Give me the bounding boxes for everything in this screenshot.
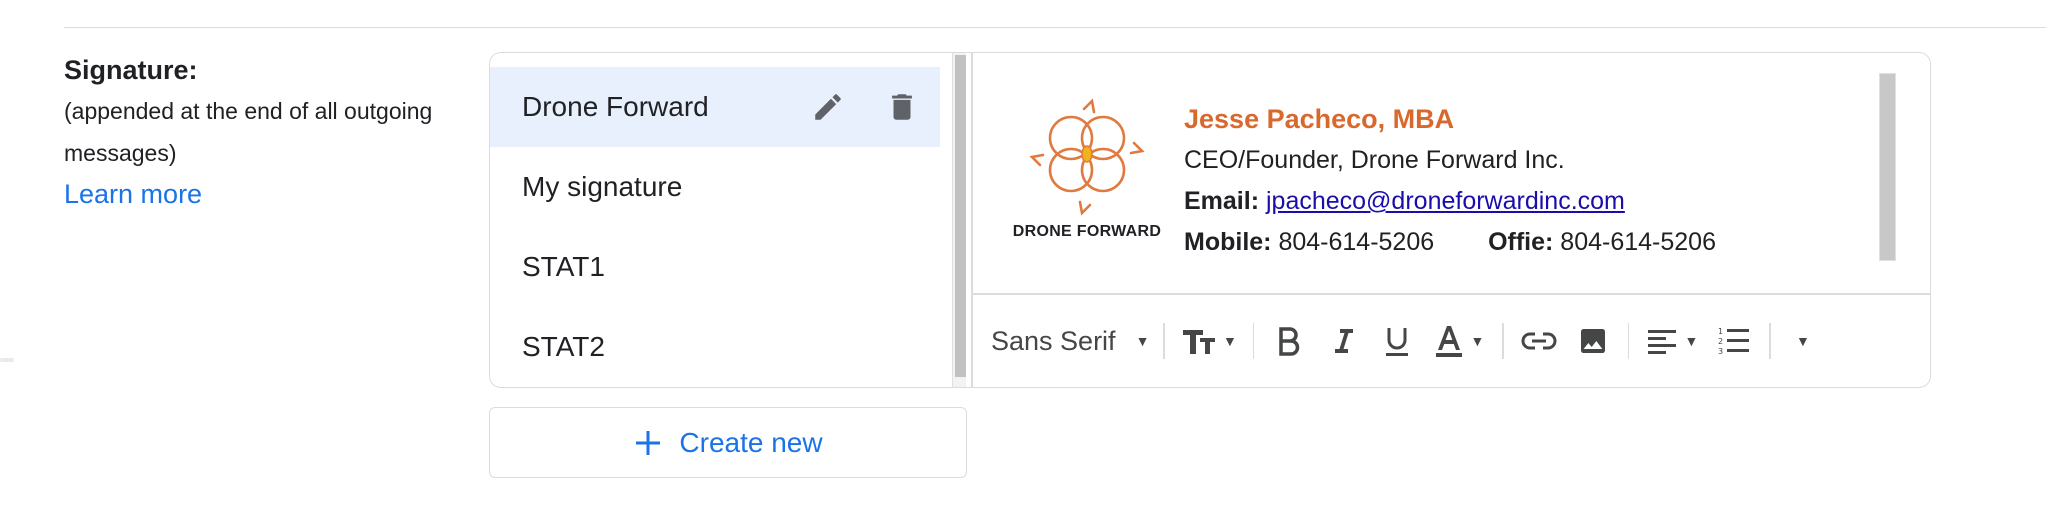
- signature-item-label: Drone Forward: [522, 91, 709, 122]
- signature-item-stat2[interactable]: STAT2: [490, 307, 940, 387]
- mobile-label: Mobile:: [1184, 228, 1272, 256]
- signature-heading: Signature:: [64, 55, 198, 85]
- underline-button[interactable]: [1370, 315, 1424, 367]
- office-label: Offie:: [1488, 228, 1554, 256]
- signature-list-scrollbar[interactable]: [952, 53, 966, 387]
- text-color-icon: [1436, 326, 1463, 357]
- svg-text:1: 1: [1718, 327, 1723, 336]
- editor-scrollbar[interactable]: [1879, 73, 1896, 261]
- formatting-toolbar: Sans Serif ▼ ▼ ▼ ▼ 1 2 3 ▼: [973, 295, 1930, 387]
- text-color-button[interactable]: ▼: [1424, 315, 1494, 367]
- numbered-list-button[interactable]: 1 2 3: [1707, 315, 1761, 367]
- align-icon: [1648, 330, 1677, 354]
- edge-marker: [0, 358, 14, 362]
- more-formatting-button[interactable]: ▼: [1779, 315, 1827, 367]
- text-size-icon: [1182, 330, 1215, 354]
- signature-editor[interactable]: DRONE FORWARD Jesse Pacheco, MBA CEO/Fou…: [973, 53, 1930, 387]
- chevron-down-icon: ▼: [1222, 333, 1237, 349]
- signature-list: Drone Forward My signature STAT1 STAT2: [490, 67, 940, 387]
- bold-icon: [1279, 327, 1300, 356]
- signature-item-actions: [804, 67, 926, 147]
- italic-icon: [1335, 329, 1354, 353]
- signature-label-column: Signature: (appended at the end of all o…: [64, 50, 484, 214]
- toolbar-separator: [1252, 323, 1255, 359]
- svg-text:2: 2: [1718, 337, 1723, 346]
- office-value: 804-614-5206: [1560, 228, 1716, 256]
- signature-email-row: Email: jpacheco@droneforwardinc.com: [1184, 181, 1716, 222]
- signature-panel: Drone Forward My signature STAT1 STAT2 D…: [489, 52, 1931, 388]
- toolbar-separator: [1163, 323, 1165, 359]
- section-divider: [64, 27, 2046, 28]
- underline-icon: [1386, 328, 1409, 356]
- font-family-value: Sans Serif: [991, 325, 1116, 356]
- trash-icon: [892, 94, 912, 120]
- signature-job-title: CEO/Founder, Drone Forward Inc.: [1184, 146, 1565, 174]
- chevron-down-icon: ▼: [1470, 333, 1485, 349]
- plus-icon: [636, 430, 661, 455]
- create-new-label: Create new: [679, 426, 823, 458]
- signature-settings-page: Signature: (appended at the end of all o…: [0, 0, 2046, 532]
- delete-signature-button[interactable]: [878, 83, 926, 131]
- more-formatting-icon: ▼: [1795, 333, 1810, 349]
- chevron-down-icon: ▼: [1684, 333, 1699, 349]
- signature-item-label: STAT2: [522, 331, 605, 362]
- chevron-down-icon: ▼: [1135, 333, 1150, 349]
- signature-item-my-signature[interactable]: My signature: [490, 147, 940, 227]
- edit-signature-button[interactable]: [804, 83, 852, 131]
- signature-description-line1: (appended at the end of all outgoing: [64, 98, 433, 124]
- toolbar-separator: [1627, 323, 1630, 359]
- signature-list-pane: Drone Forward My signature STAT1 STAT2: [490, 53, 966, 387]
- email-link[interactable]: jpacheco@droneforwardinc.com: [1266, 187, 1625, 215]
- signature-item-label: STAT1: [522, 251, 605, 282]
- insert-link-button[interactable]: [1512, 315, 1566, 367]
- image-icon: [1580, 329, 1605, 353]
- signature-description-line2: messages): [64, 140, 177, 166]
- signature-item-drone-forward[interactable]: Drone Forward: [490, 67, 940, 147]
- italic-button[interactable]: [1316, 315, 1370, 367]
- logo-caption: DRONE FORWARD: [1012, 223, 1162, 240]
- signature-item-stat1[interactable]: STAT1: [490, 227, 940, 307]
- drone-logo-icon: [1029, 98, 1145, 216]
- signature-name: Jesse Pacheco, MBA: [1184, 104, 1455, 134]
- pencil-icon: [815, 94, 841, 120]
- create-new-signature-button[interactable]: Create new: [489, 407, 967, 478]
- signature-preview-text: Jesse Pacheco, MBA CEO/Founder, Drone Fo…: [1184, 99, 1716, 263]
- svg-text:3: 3: [1718, 347, 1723, 356]
- bold-button[interactable]: [1262, 315, 1316, 367]
- insert-image-button[interactable]: [1566, 315, 1620, 367]
- text-size-button[interactable]: ▼: [1173, 315, 1245, 367]
- numbered-list-icon: 1 2 3: [1718, 327, 1750, 356]
- mobile-value: 804-614-5206: [1278, 228, 1435, 256]
- link-icon: [1521, 332, 1557, 350]
- signature-list-scroll-thumb[interactable]: [955, 55, 966, 377]
- signature-editor-body[interactable]: DRONE FORWARD Jesse Pacheco, MBA CEO/Fou…: [973, 53, 1930, 293]
- drone-forward-logo: DRONE FORWARD: [1007, 97, 1167, 257]
- align-button[interactable]: ▼: [1637, 315, 1707, 367]
- toolbar-separator: [1769, 323, 1771, 359]
- toolbar-separator: [1502, 323, 1504, 359]
- font-family-dropdown[interactable]: Sans Serif ▼: [991, 315, 1155, 367]
- learn-more-link[interactable]: Learn more: [64, 174, 484, 214]
- signature-item-label: My signature: [522, 171, 683, 202]
- signature-phone-row: Mobile: 804-614-5206 Offie: 804-614-5206: [1184, 222, 1716, 263]
- email-label: Email:: [1184, 187, 1260, 215]
